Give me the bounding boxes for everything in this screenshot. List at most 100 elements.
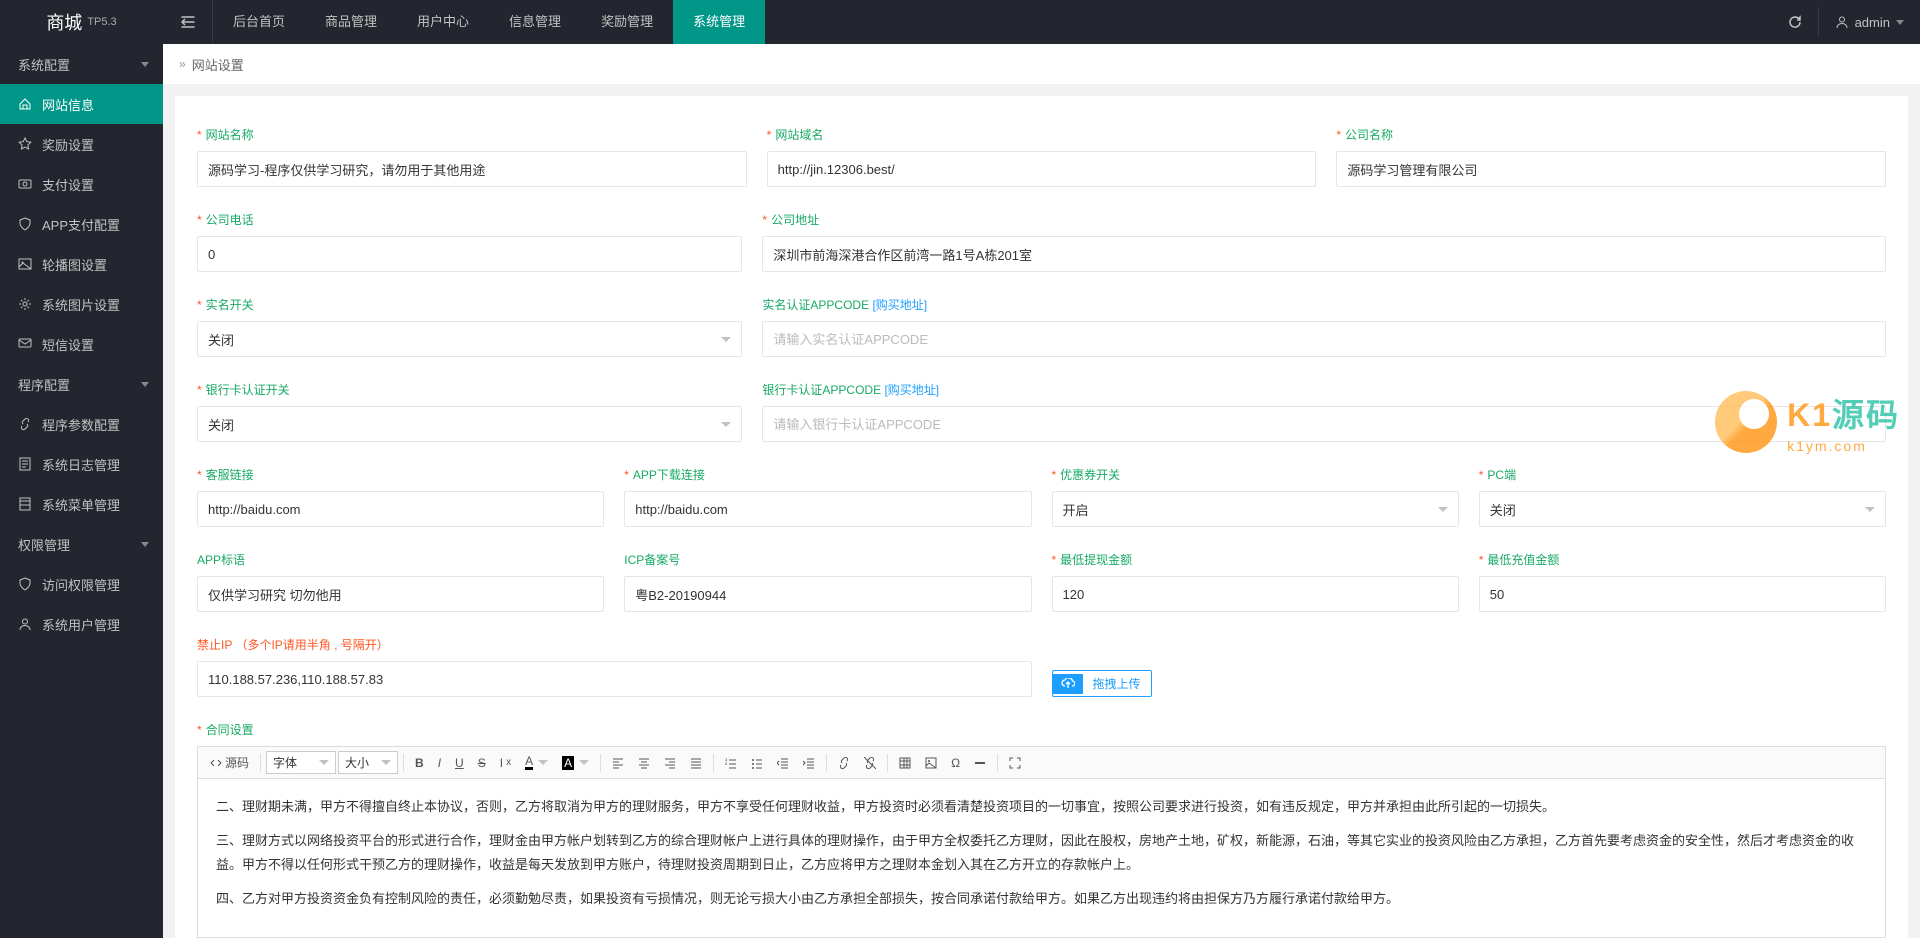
top-nav-item[interactable]: 后台首页 (213, 0, 305, 44)
app-slogan-label: APP标语 (197, 551, 604, 568)
logo: 商城 TP5.3 (0, 9, 163, 35)
sidebar-item[interactable]: 支付设置 (0, 164, 163, 204)
chevron-down-icon (1896, 20, 1904, 25)
star-icon (18, 137, 32, 151)
collapse-toggle[interactable] (163, 0, 213, 44)
list-ul-icon (751, 757, 763, 769)
pc-switch-select[interactable]: 关闭 (1479, 491, 1886, 527)
editor-subscript-button[interactable]: Ix (494, 753, 517, 773)
align-center-icon (638, 757, 650, 769)
editor-underline-button[interactable]: U (449, 753, 470, 773)
realname-appcode-input[interactable] (762, 321, 1886, 357)
editor-text-color-button[interactable]: A (519, 752, 554, 773)
refresh-button[interactable] (1772, 0, 1818, 44)
top-nav-item[interactable]: 信息管理 (489, 0, 581, 44)
company-addr-input[interactable] (762, 236, 1886, 272)
editor-italic-button[interactable]: I (432, 753, 447, 773)
editor-bold-button[interactable]: B (409, 753, 430, 773)
ban-ip-label: 禁止IP （多个IP请用半角 , 号隔开） (197, 636, 1032, 653)
user-menu[interactable]: admin (1819, 15, 1920, 30)
min-withdraw-input[interactable] (1052, 576, 1459, 612)
editor-source-button[interactable]: 源码 (204, 751, 255, 774)
contract-paragraph: 三、理财方式以网络投资平台的形式进行合作，理财金由甲方帐户划转到乙方的综合理财帐… (216, 829, 1867, 877)
min-deposit-input[interactable] (1479, 576, 1886, 612)
sidebar-item[interactable]: 网站信息 (0, 84, 163, 124)
sidebar-item-label: 访问权限管理 (42, 575, 120, 594)
sidebar-item[interactable]: 系统用户管理 (0, 604, 163, 644)
text-color-icon: A (525, 755, 533, 770)
sidebar-group-header[interactable]: 系统配置 (0, 44, 163, 84)
pc-switch-label: PC端 (1479, 466, 1886, 483)
editor-align-right-button[interactable] (658, 754, 682, 772)
sidebar-item[interactable]: 短信设置 (0, 324, 163, 364)
realname-appcode-link[interactable]: [购买地址] (872, 298, 927, 312)
site-name-input[interactable] (197, 151, 747, 187)
editor-list-ul-button[interactable] (745, 754, 769, 772)
editor-bg-color-button[interactable]: A (556, 753, 595, 773)
realname-switch-select[interactable]: 关闭 (197, 321, 742, 357)
sidebar-item-label: 轮播图设置 (42, 255, 107, 274)
realname-appcode-label: 实名认证APPCODE [购买地址] (762, 296, 1886, 313)
chevron-down-icon (141, 62, 149, 67)
sidebar-item[interactable]: APP支付配置 (0, 204, 163, 244)
editor-link-button[interactable] (832, 754, 856, 772)
list-ol-icon: 12 (725, 757, 737, 769)
editor-toolbar: 源码 字体 大小 B I U S Ix A (198, 747, 1885, 779)
editor-table-button[interactable] (893, 754, 917, 772)
sidebar-item[interactable]: 程序参数配置 (0, 404, 163, 444)
editor-unlink-button[interactable] (858, 754, 882, 772)
svg-text:2: 2 (725, 761, 728, 766)
editor-align-center-button[interactable] (632, 754, 656, 772)
sidebar-group-header[interactable]: 权限管理 (0, 524, 163, 564)
top-nav-item[interactable]: 用户中心 (397, 0, 489, 44)
editor-align-justify-button[interactable] (684, 754, 708, 772)
bank-switch-select[interactable]: 关闭 (197, 406, 742, 442)
editor-special-char-button[interactable]: Ω (945, 753, 966, 773)
top-nav-item[interactable]: 系统管理 (673, 0, 765, 44)
username: admin (1855, 15, 1890, 30)
bank-appcode-link[interactable]: [购买地址] (884, 383, 939, 397)
sidebar-item[interactable]: 访问权限管理 (0, 564, 163, 604)
sidebar-item[interactable]: 系统图片设置 (0, 284, 163, 324)
editor-size-select[interactable]: 大小 (338, 751, 398, 774)
kefu-link-input[interactable] (197, 491, 604, 527)
sidebar-item[interactable]: 奖励设置 (0, 124, 163, 164)
code-icon (210, 757, 222, 769)
coupon-switch-select[interactable]: 开启 (1052, 491, 1459, 527)
editor-body[interactable]: 二、理财期未满，甲方不得擅自终止本协议，否则，乙方将取消为甲方的理财服务，甲方不… (198, 779, 1885, 937)
top-nav-item[interactable]: 奖励管理 (581, 0, 673, 44)
sidebar-item-label: APP支付配置 (42, 215, 120, 234)
main-content: » 网站设置 网站名称 网站域名 公司名称 (163, 44, 1920, 938)
icp-input[interactable] (624, 576, 1031, 612)
sidebar-item[interactable]: 轮播图设置 (0, 244, 163, 284)
ban-ip-input[interactable] (197, 661, 1032, 697)
chevron-down-icon (1865, 507, 1875, 512)
sidebar-item[interactable]: 系统日志管理 (0, 444, 163, 484)
upload-label: 拖拽上传 (1083, 671, 1151, 696)
editor-list-ol-button[interactable]: 12 (719, 754, 743, 772)
editor-hr-button[interactable] (968, 754, 992, 772)
sidebar-group-header[interactable]: 程序配置 (0, 364, 163, 404)
app-download-input[interactable] (624, 491, 1031, 527)
editor-fullscreen-button[interactable] (1003, 754, 1027, 772)
company-name-input[interactable] (1336, 151, 1886, 187)
shield-icon (18, 577, 32, 591)
site-domain-input[interactable] (767, 151, 1317, 187)
bank-switch-label: 银行卡认证开关 (197, 381, 742, 398)
editor-align-left-button[interactable] (606, 754, 630, 772)
bank-appcode-input[interactable] (762, 406, 1886, 442)
editor-font-select[interactable]: 字体 (266, 751, 336, 774)
editor-outdent-button[interactable] (771, 754, 795, 772)
user-icon (18, 617, 32, 631)
editor-indent-button[interactable] (797, 754, 821, 772)
app-slogan-input[interactable] (197, 576, 604, 612)
fullscreen-icon (1009, 757, 1021, 769)
top-nav: 后台首页商品管理用户中心信息管理奖励管理系统管理 (213, 0, 1772, 44)
top-nav-item[interactable]: 商品管理 (305, 0, 397, 44)
editor-image-button[interactable] (919, 754, 943, 772)
sidebar-item[interactable]: 系统菜单管理 (0, 484, 163, 524)
company-phone-input[interactable] (197, 236, 742, 272)
editor-strike-button[interactable]: S (472, 753, 492, 773)
upload-button[interactable]: 拖拽上传 (1052, 670, 1152, 697)
link-icon (18, 417, 32, 431)
